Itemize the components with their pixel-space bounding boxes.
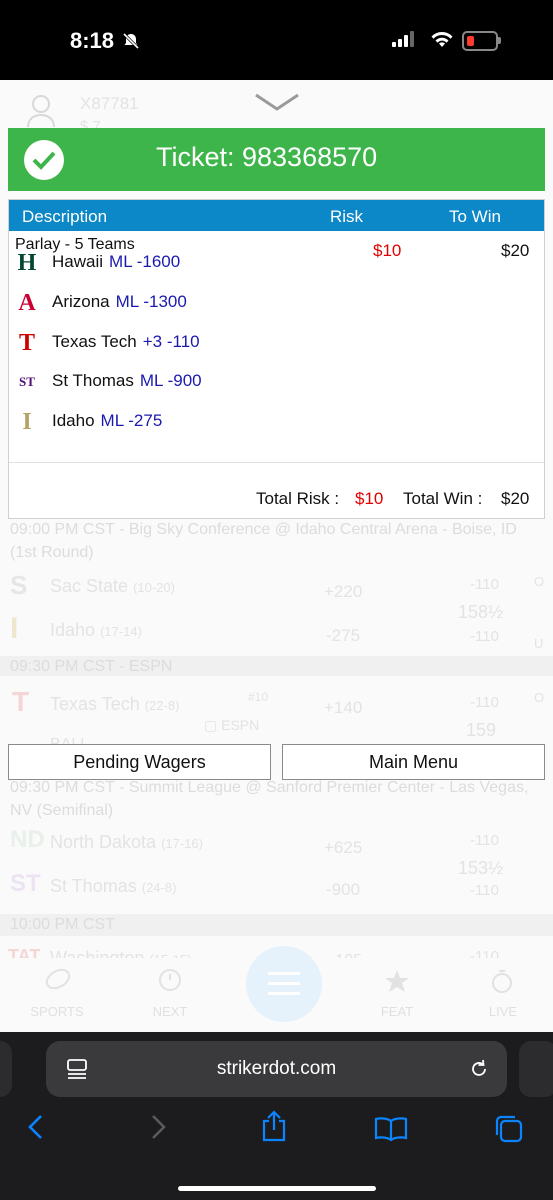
game-header: 09:00 PM CST - Big Sky Conference @ Idah… [10, 521, 517, 561]
game-header: 09:30 PM CST - Summit League @ Sanford P… [10, 779, 529, 819]
total-win-value: $20 [501, 489, 530, 508]
bookmarks-icon[interactable] [374, 1116, 408, 1142]
football-icon[interactable] [44, 968, 72, 990]
clock-icon[interactable] [158, 968, 182, 992]
star-icon[interactable] [384, 968, 410, 994]
col-description: Description [22, 207, 108, 226]
team-logo: ND [10, 826, 45, 853]
prev-tab-preview[interactable] [0, 1041, 12, 1097]
team-name: North Dakota (17-16) [50, 832, 203, 852]
col-to-win: To Win [449, 207, 501, 226]
nav-next[interactable]: NEXT [130, 1004, 210, 1019]
total-win-label: Total Win : [403, 489, 483, 508]
team-name: St Thomas (24-8) [50, 876, 177, 896]
total-line: 153½ [458, 858, 504, 878]
leg-pick: ML -900 [139, 371, 202, 390]
home-indicator [178, 1186, 376, 1191]
total-odds[interactable]: -110 [470, 576, 499, 593]
over-marker: O [534, 574, 545, 589]
team-name: Idaho (17-14) [50, 620, 142, 640]
pending-wagers-button[interactable]: Pending Wagers [8, 744, 271, 780]
url-text: strikerdot.com [216, 1058, 337, 1079]
reload-icon[interactable] [468, 1058, 490, 1080]
parlay-leg: ST St Thomas ML -900 [15, 365, 415, 399]
status-bar: 8:18 [0, 0, 553, 80]
over-marker: O [534, 690, 545, 705]
team-logo-icon: ST [19, 374, 35, 389]
ml-odds[interactable]: +140 [324, 698, 362, 718]
user-id: X87781 [80, 94, 139, 113]
hamburger-icon [268, 972, 300, 995]
leg-team: Idaho [52, 411, 95, 430]
leg-pick: ML -275 [100, 411, 163, 430]
total-line: 158½ [458, 602, 504, 622]
parlay-leg: H Hawaii ML -1600 [15, 246, 415, 280]
ticket-details: Description Risk To Win Parlay - 5 Teams… [8, 199, 545, 519]
total-risk-value: $10 [355, 489, 384, 508]
total-odds[interactable]: -110 [470, 694, 499, 711]
ticket-confirmation-header: Ticket: 983368570 [8, 128, 545, 191]
menu-button[interactable] [246, 946, 322, 1022]
leg-team: St Thomas [52, 371, 134, 390]
stopwatch-icon[interactable] [490, 968, 514, 994]
leg-pick: ML -1600 [109, 252, 181, 271]
under-marker: U [534, 636, 544, 651]
browser-toolbar: strikerdot.com [0, 1032, 553, 1200]
share-icon[interactable] [260, 1110, 288, 1142]
parlay-leg: A Arizona ML -1300 [15, 286, 415, 320]
silent-bell-icon [122, 32, 140, 50]
battery-icon [462, 31, 498, 51]
col-risk: Risk [330, 207, 364, 226]
leg-team: Arizona [52, 292, 110, 311]
team-logo-icon: A [18, 290, 36, 316]
rank-badge: #10 [248, 690, 269, 704]
total-odds[interactable]: -110 [470, 832, 499, 849]
check-circle-icon [24, 140, 64, 180]
next-tab-preview[interactable] [519, 1041, 553, 1097]
team-logo: T [12, 686, 30, 717]
game-header: 10:00 PM CST [10, 916, 115, 933]
back-icon[interactable] [26, 1114, 46, 1140]
tabs-icon[interactable] [494, 1114, 524, 1144]
total-odds[interactable]: -110 [470, 882, 499, 899]
total-risk-label: Total Risk : [256, 489, 340, 508]
team-logo: ST [10, 870, 41, 897]
parlay-leg: T Texas Tech +3 -110 [15, 326, 415, 360]
ml-odds[interactable]: -900 [326, 880, 360, 900]
total-line: 159 [466, 720, 497, 740]
nav-feat[interactable]: FEAT [357, 1004, 437, 1019]
ml-odds[interactable]: -275 [326, 626, 360, 646]
cellular-signal-icon [392, 31, 414, 47]
ml-odds[interactable]: +625 [324, 838, 362, 858]
nav-sports[interactable]: SPORTS [17, 1004, 97, 1019]
team-logo-icon: I [22, 409, 32, 435]
address-bar[interactable]: strikerdot.com [46, 1041, 507, 1097]
chevron-down-icon[interactable] [254, 92, 300, 112]
clock: 8:18 [70, 28, 115, 53]
network-label: ▢ ESPN [204, 717, 260, 733]
to-win-amount: $20 [501, 241, 530, 260]
leg-pick: +3 -110 [142, 332, 200, 351]
main-menu-button[interactable]: Main Menu [282, 744, 545, 780]
team-name: Sac State (10-20) [50, 576, 175, 596]
team-logo: S [10, 570, 28, 600]
ticket-column-header: Description Risk To Win [9, 200, 544, 231]
team-logo-icon: T [18, 330, 35, 356]
team-logo-icon: H [17, 250, 37, 276]
leg-team: Texas Tech [52, 332, 137, 351]
wifi-icon [431, 32, 453, 47]
team-logo: I [10, 612, 19, 645]
team-name: Texas Tech (22-8) [50, 694, 180, 714]
forward-icon[interactable] [148, 1114, 168, 1140]
total-odds[interactable]: -110 [470, 628, 499, 645]
user-avatar-icon[interactable] [26, 94, 56, 128]
nav-live[interactable]: LIVE [463, 1004, 543, 1019]
leg-pick: ML -1300 [115, 292, 187, 311]
ticket-title: Ticket: 983368570 [156, 142, 378, 172]
parlay-leg: I Idaho ML -275 [15, 405, 415, 439]
ml-odds[interactable]: +220 [324, 582, 362, 602]
game-header: 09:30 PM CST - ESPN [10, 658, 173, 675]
leg-team: Hawaii [52, 252, 104, 271]
